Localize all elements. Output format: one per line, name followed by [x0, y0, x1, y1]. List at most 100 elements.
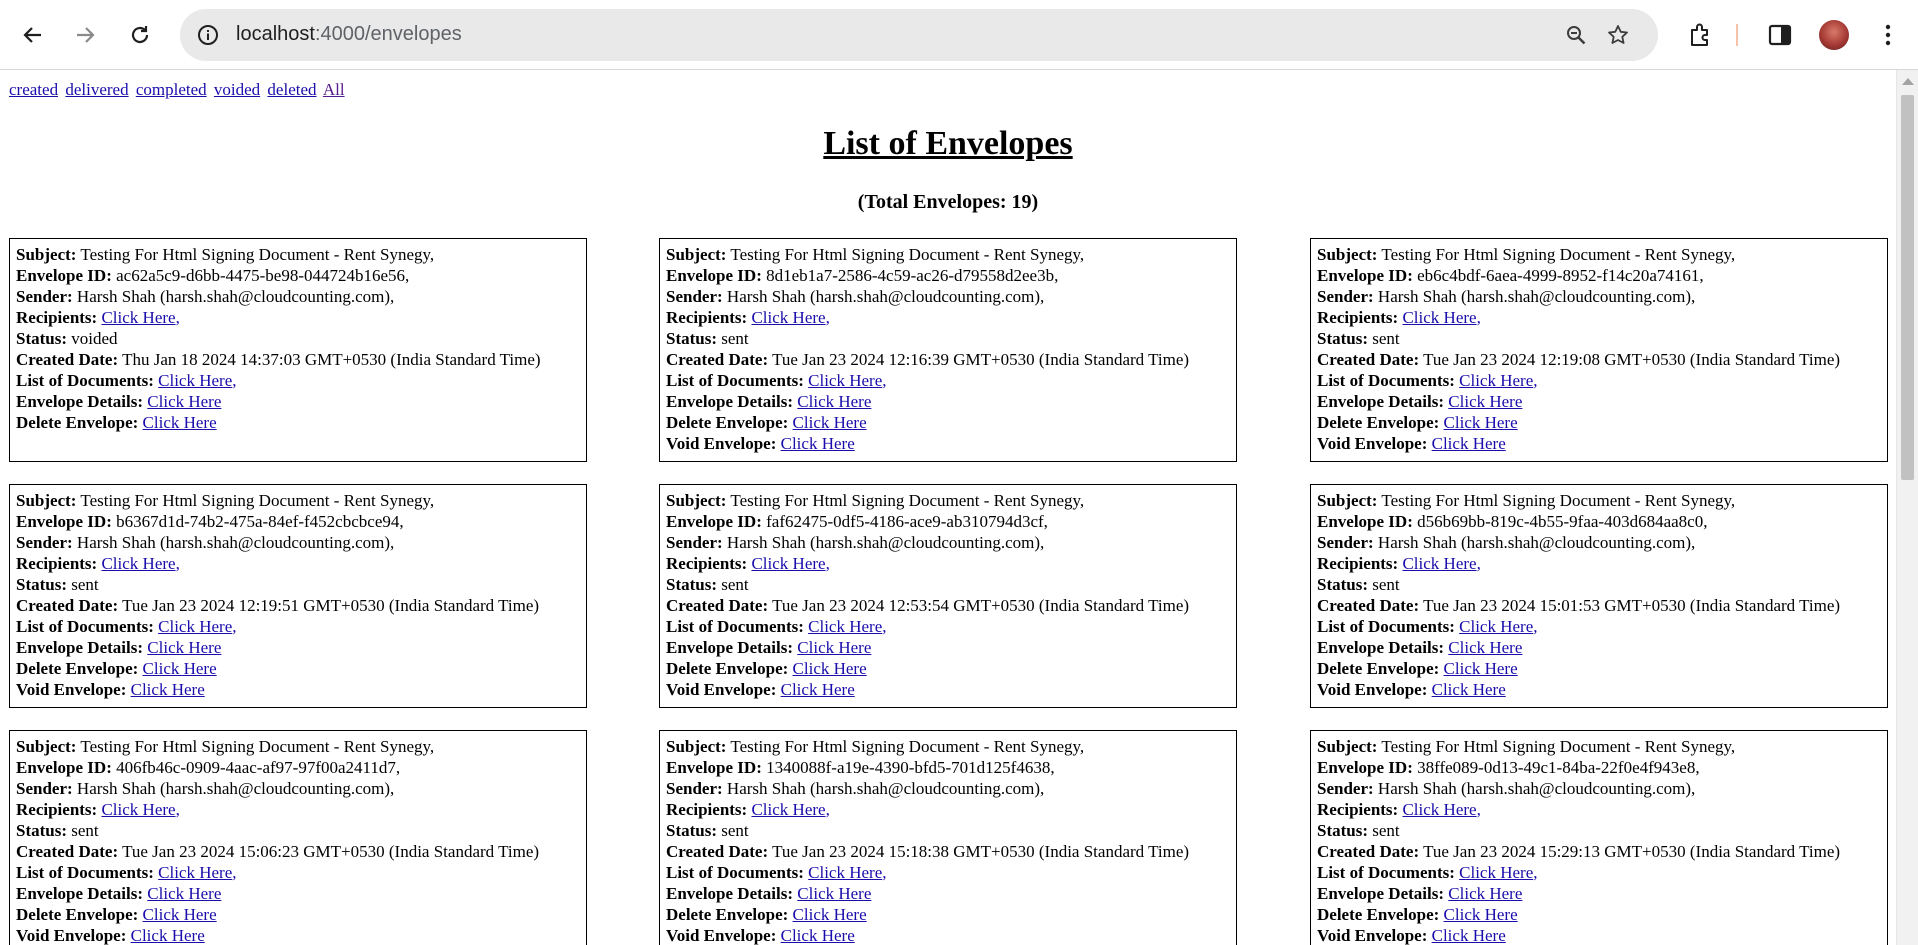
details-link[interactable]: Click Here: [147, 884, 221, 903]
link-comma[interactable]: ,: [882, 617, 886, 636]
void-link[interactable]: Click Here: [781, 434, 855, 453]
delete-link[interactable]: Click Here: [143, 905, 217, 924]
envelope-status-row: Status: sent: [666, 328, 1230, 349]
filter-voided-link[interactable]: voided: [214, 80, 260, 99]
delete-link[interactable]: Click Here: [1444, 905, 1518, 924]
address-bar[interactable]: localhost:4000/envelopes: [180, 9, 1658, 61]
field-label: Void Envelope:: [1317, 434, 1428, 453]
recipients-link[interactable]: Click Here: [751, 800, 825, 819]
link-comma[interactable]: ,: [826, 554, 830, 573]
recipients-link[interactable]: Click Here: [751, 308, 825, 327]
link-comma[interactable]: ,: [826, 308, 830, 327]
filter-all-link[interactable]: All: [323, 80, 345, 99]
browser-menu-icon[interactable]: [1875, 22, 1901, 48]
scroll-thumb[interactable]: [1901, 95, 1914, 480]
documents-link[interactable]: Click Here: [158, 863, 232, 882]
details-link[interactable]: Click Here: [797, 884, 871, 903]
field-label: Sender:: [1317, 287, 1374, 306]
envelope-created-date-row: Created Date: Tue Jan 23 2024 15:18:38 G…: [666, 841, 1230, 862]
details-link[interactable]: Click Here: [147, 392, 221, 411]
documents-link[interactable]: Click Here: [1459, 617, 1533, 636]
filter-delivered-link[interactable]: delivered: [65, 80, 128, 99]
recipients-link[interactable]: Click Here: [101, 308, 175, 327]
link-comma[interactable]: ,: [882, 863, 886, 882]
void-link[interactable]: Click Here: [1432, 434, 1506, 453]
documents-link[interactable]: Click Here: [808, 863, 882, 882]
void-link[interactable]: Click Here: [781, 926, 855, 945]
zoom-icon[interactable]: [1564, 23, 1588, 47]
link-comma[interactable]: ,: [176, 554, 180, 573]
recipients-link[interactable]: Click Here: [751, 554, 825, 573]
details-link[interactable]: Click Here: [147, 638, 221, 657]
link-comma[interactable]: ,: [232, 863, 236, 882]
void-link[interactable]: Click Here: [1432, 680, 1506, 699]
field-value: Harsh Shah (harsh.shah@cloudcounting.com…: [1377, 779, 1696, 798]
documents-link[interactable]: Click Here: [808, 371, 882, 390]
envelope-envelope-id-row: Envelope ID: faf62475-0df5-4186-ace9-ab3…: [666, 511, 1230, 532]
link-comma[interactable]: ,: [1477, 800, 1481, 819]
page-title: List of Envelopes: [823, 125, 1073, 162]
field-value: 1340088f-a19e-4390-bfd5-701d125f4638,: [766, 758, 1055, 777]
vertical-scrollbar[interactable]: [1896, 70, 1918, 945]
link-comma[interactable]: ,: [1533, 863, 1537, 882]
delete-link[interactable]: Click Here: [1444, 659, 1518, 678]
recipients-link[interactable]: Click Here: [1402, 554, 1476, 573]
link-comma[interactable]: ,: [1477, 308, 1481, 327]
documents-link[interactable]: Click Here: [1459, 863, 1533, 882]
link-comma[interactable]: ,: [1477, 554, 1481, 573]
delete-link[interactable]: Click Here: [793, 659, 867, 678]
field-label: Status:: [666, 329, 718, 348]
details-link[interactable]: Click Here: [797, 638, 871, 657]
back-button[interactable]: [14, 16, 52, 54]
recipients-link[interactable]: Click Here: [1402, 800, 1476, 819]
void-link[interactable]: Click Here: [1432, 926, 1506, 945]
recipients-link[interactable]: Click Here: [101, 800, 175, 819]
envelope-recipients-row: Recipients: Click Here,: [666, 799, 1230, 820]
field-label: Status:: [1317, 575, 1369, 594]
field-value: Testing For Html Signing Document - Rent…: [730, 491, 1085, 510]
delete-link[interactable]: Click Here: [1444, 413, 1518, 432]
envelope-status-row: Status: sent: [666, 820, 1230, 841]
envelope-delete-row: Delete Envelope: Click Here: [1317, 904, 1881, 925]
void-link[interactable]: Click Here: [781, 680, 855, 699]
details-link[interactable]: Click Here: [1448, 884, 1522, 903]
link-comma[interactable]: ,: [1533, 371, 1537, 390]
details-link[interactable]: Click Here: [797, 392, 871, 411]
bookmark-star-icon[interactable]: [1606, 23, 1630, 47]
extensions-icon[interactable]: [1687, 22, 1713, 48]
profile-avatar[interactable]: [1819, 20, 1849, 50]
envelope-sender-row: Sender: Harsh Shah (harsh.shah@cloudcoun…: [16, 286, 580, 307]
documents-link[interactable]: Click Here: [158, 371, 232, 390]
field-label: Status:: [16, 575, 68, 594]
void-link[interactable]: Click Here: [131, 680, 205, 699]
details-link[interactable]: Click Here: [1448, 638, 1522, 657]
link-comma[interactable]: ,: [176, 800, 180, 819]
link-comma[interactable]: ,: [232, 617, 236, 636]
recipients-link[interactable]: Click Here: [1402, 308, 1476, 327]
link-comma[interactable]: ,: [826, 800, 830, 819]
scroll-up-arrow-icon[interactable]: [1902, 78, 1914, 85]
link-comma[interactable]: ,: [882, 371, 886, 390]
filter-deleted-link[interactable]: deleted: [267, 80, 316, 99]
url-text[interactable]: localhost:4000/envelopes: [236, 23, 462, 46]
forward-button[interactable]: [66, 16, 104, 54]
recipients-link[interactable]: Click Here: [101, 554, 175, 573]
link-comma[interactable]: ,: [232, 371, 236, 390]
field-label: Envelope ID:: [16, 758, 112, 777]
details-link[interactable]: Click Here: [1448, 392, 1522, 411]
delete-link[interactable]: Click Here: [143, 659, 217, 678]
filter-created-link[interactable]: created: [9, 80, 58, 99]
filter-completed-link[interactable]: completed: [136, 80, 207, 99]
documents-link[interactable]: Click Here: [158, 617, 232, 636]
delete-link[interactable]: Click Here: [793, 905, 867, 924]
void-link[interactable]: Click Here: [131, 926, 205, 945]
link-comma[interactable]: ,: [176, 308, 180, 327]
documents-link[interactable]: Click Here: [808, 617, 882, 636]
link-comma[interactable]: ,: [1533, 617, 1537, 636]
reload-button[interactable]: [121, 16, 159, 54]
delete-link[interactable]: Click Here: [143, 413, 217, 432]
delete-link[interactable]: Click Here: [793, 413, 867, 432]
side-panel-icon[interactable]: [1767, 22, 1793, 48]
documents-link[interactable]: Click Here: [1459, 371, 1533, 390]
site-info-icon[interactable]: [196, 23, 220, 47]
